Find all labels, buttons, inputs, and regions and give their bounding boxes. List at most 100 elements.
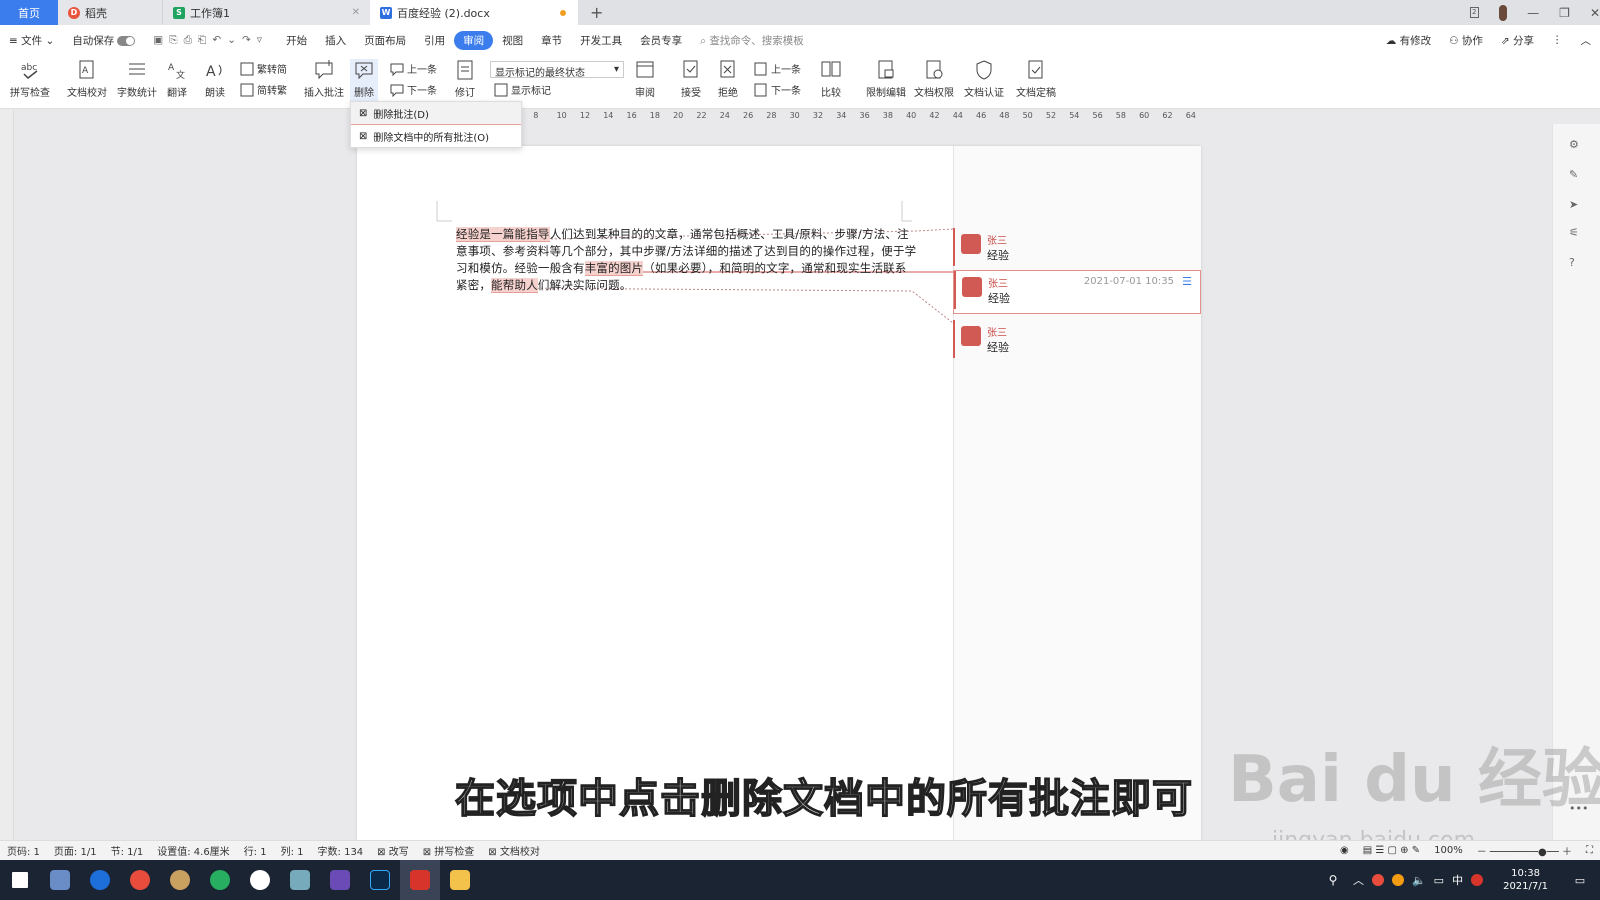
new-tab-button[interactable]: + xyxy=(578,0,615,25)
read-aloud-button[interactable]: A 朗读 xyxy=(204,59,226,99)
prev-comment-button[interactable]: 上一条 xyxy=(390,61,437,76)
fullscreen-icon[interactable]: ⛶ xyxy=(1579,845,1600,856)
review-pane-button[interactable]: 审阅 xyxy=(634,59,656,99)
chrome-icon[interactable] xyxy=(120,860,160,900)
doc-proof-status[interactable]: ⊠ 文档校对 xyxy=(481,843,547,858)
avatar[interactable] xyxy=(1498,4,1508,21)
network-icon[interactable]: ▭ xyxy=(1434,874,1444,887)
window-layout-icon[interactable]: 2 xyxy=(1470,7,1479,18)
tab-document[interactable]: W 百度经验 (2).docx xyxy=(370,0,578,25)
app-a-icon[interactable] xyxy=(240,860,280,900)
volume-icon[interactable]: 🔈 xyxy=(1412,874,1426,887)
user-tray-icon[interactable]: ⚲ xyxy=(1313,860,1353,900)
menu-developer[interactable]: 开发工具 xyxy=(571,33,631,48)
translate-button[interactable]: A文 翻译 xyxy=(166,59,188,99)
chevron-up-icon[interactable]: ︿ xyxy=(1353,872,1364,888)
tray-app-icon[interactable] xyxy=(1371,874,1384,886)
view-mode-icons[interactable]: ▤ ☰ ▢ ⊕ ✎ xyxy=(1356,845,1427,856)
document-page[interactable]: 经验是一篇能指导人们达到某种目的的文章，通常包括概述、工具/原料、步骤/方法、注… xyxy=(357,146,1201,840)
document-body-text[interactable]: 经验是一篇能指导人们达到某种目的的文章，通常包括概述、工具/原料、步骤/方法、注… xyxy=(456,226,918,294)
commented-text-1[interactable]: 经验是一篇能指导 xyxy=(456,227,550,242)
restore-icon[interactable]: ❐ xyxy=(1559,6,1570,20)
share-button[interactable]: ⇗ 分享 xyxy=(1492,33,1543,48)
comment-card[interactable]: 张三 经验 xyxy=(953,228,1201,270)
notification-icon[interactable]: ▭ xyxy=(1560,860,1600,900)
menu-start[interactable]: 开始 xyxy=(277,33,316,48)
more-icon[interactable]: ⋮ xyxy=(1543,34,1572,46)
windows-start-icon[interactable] xyxy=(0,860,40,900)
delete-all-comments-item[interactable]: ⊠ 删除文档中的所有批注(O) xyxy=(351,125,521,148)
tab-workbook[interactable]: S 工作簿1 ✕ xyxy=(162,0,370,25)
next-comment-button[interactable]: 下一条 xyxy=(390,82,437,97)
status-page[interactable]: 页码: 1 xyxy=(0,843,47,858)
restrict-editing-button[interactable]: 限制编辑 xyxy=(866,59,906,99)
trad-to-simp-button[interactable]: 繁转简 xyxy=(240,61,287,76)
collapse-ribbon-icon[interactable]: ︿ xyxy=(1572,33,1600,48)
pen-icon[interactable]: ✎ xyxy=(1569,168,1585,184)
autosave-toggle[interactable]: 自动保存 xyxy=(63,33,144,48)
menu-review[interactable]: 审阅 xyxy=(454,30,494,50)
menu-view[interactable]: 视图 xyxy=(493,33,532,48)
comment-card[interactable]: 张三 经验 xyxy=(953,320,1201,362)
browser-app-icon[interactable] xyxy=(160,860,200,900)
wps-tray-icon[interactable] xyxy=(1471,874,1484,886)
menu-member[interactable]: 会员专享 xyxy=(631,33,691,48)
prev-change-button[interactable]: 上一条 xyxy=(754,61,801,76)
reject-button[interactable]: 拒绝 xyxy=(717,59,739,99)
menu-chapter[interactable]: 章节 xyxy=(532,33,571,48)
delete-comment-item[interactable]: ⊠ 删除批注(D) xyxy=(351,102,521,125)
select-icon[interactable]: ➤ xyxy=(1569,198,1585,214)
eye-protection-icon[interactable]: ◉ xyxy=(1333,845,1356,856)
tab-home[interactable]: 首页 xyxy=(0,0,58,25)
commented-text-3[interactable]: 能帮助人 xyxy=(491,278,538,293)
file-explorer-icon[interactable] xyxy=(440,860,480,900)
minimize-icon[interactable]: — xyxy=(1527,6,1539,20)
tray-app-icon-2[interactable] xyxy=(1391,874,1404,886)
chrome-icon-2[interactable] xyxy=(200,860,240,900)
settings-sliders-icon[interactable]: ⚟ xyxy=(1569,226,1585,242)
has-changes-button[interactable]: ☁ 有修改 xyxy=(1377,33,1440,48)
menu-insert[interactable]: 插入 xyxy=(316,33,355,48)
word-count-button[interactable]: 字数统计 xyxy=(117,59,157,99)
tab-docer[interactable]: D 稻壳 xyxy=(58,0,162,25)
status-word-count[interactable]: 字数: 134 xyxy=(311,843,371,858)
commented-text-2[interactable]: 丰富的图片 xyxy=(584,261,644,276)
delete-comment-button[interactable]: 删除 xyxy=(350,59,378,105)
style-icon[interactable]: ⚙ xyxy=(1569,138,1585,154)
doc-finalize-button[interactable]: 文档定稿 xyxy=(1016,59,1056,99)
close-window-icon[interactable]: ✕ xyxy=(1590,6,1600,20)
overwrite-toggle[interactable]: ⊠ 改写 xyxy=(370,843,416,858)
status-pages[interactable]: 页面: 1/1 xyxy=(47,843,104,858)
zoom-level[interactable]: 100% xyxy=(1427,845,1470,856)
photoshop-icon[interactable] xyxy=(360,860,400,900)
media-player-icon[interactable] xyxy=(320,860,360,900)
close-icon[interactable]: ✕ xyxy=(352,7,360,18)
command-search[interactable]: ⌕ 查找命令、搜索模板 xyxy=(691,33,813,48)
show-markup-button[interactable]: 显示标记 xyxy=(494,82,551,97)
compare-button[interactable]: 比较 xyxy=(820,59,842,99)
notes-app-icon[interactable] xyxy=(280,860,320,900)
clock[interactable]: 10:38 2021/7/1 xyxy=(1491,867,1560,893)
next-change-button[interactable]: 下一条 xyxy=(754,82,801,97)
doc-proof-button[interactable]: A 文档校对 xyxy=(67,59,107,99)
accept-button[interactable]: 接受 xyxy=(680,59,702,99)
simp-to-trad-button[interactable]: 简转繁 xyxy=(240,82,287,97)
menu-references[interactable]: 引用 xyxy=(415,33,454,48)
feather-app-icon[interactable] xyxy=(80,860,120,900)
horizontal-ruler[interactable]: 6810121416182022242628303234363840424446… xyxy=(510,110,1210,124)
zoom-slider[interactable]: － ────────●── ＋ xyxy=(1470,843,1579,858)
wps-icon[interactable] xyxy=(400,860,440,900)
file-menu[interactable]: ≡ 文件 ⌄ xyxy=(0,33,63,48)
help-icon[interactable]: ? xyxy=(1569,256,1585,272)
vertical-ruler[interactable] xyxy=(0,110,14,840)
track-changes-button[interactable]: 修订 xyxy=(454,59,476,99)
spell-check-toggle[interactable]: ⊠ 拼写检查 xyxy=(416,843,482,858)
insert-comment-button[interactable]: 插入批注 xyxy=(304,59,344,99)
comment-menu-icon[interactable]: ☰ xyxy=(1182,275,1192,288)
doc-certify-button[interactable]: 文档认证 xyxy=(964,59,1004,99)
ime-indicator[interactable]: 中 xyxy=(1452,872,1463,888)
doc-permission-button[interactable]: 文档权限 xyxy=(914,59,954,99)
comment-card-selected[interactable]: 张三 2021-07-01 10:35 ☰ 经验 xyxy=(953,270,1201,314)
menu-page-layout[interactable]: 页面布局 xyxy=(355,33,415,48)
collaborate-button[interactable]: ⚇ 协作 xyxy=(1440,33,1492,48)
